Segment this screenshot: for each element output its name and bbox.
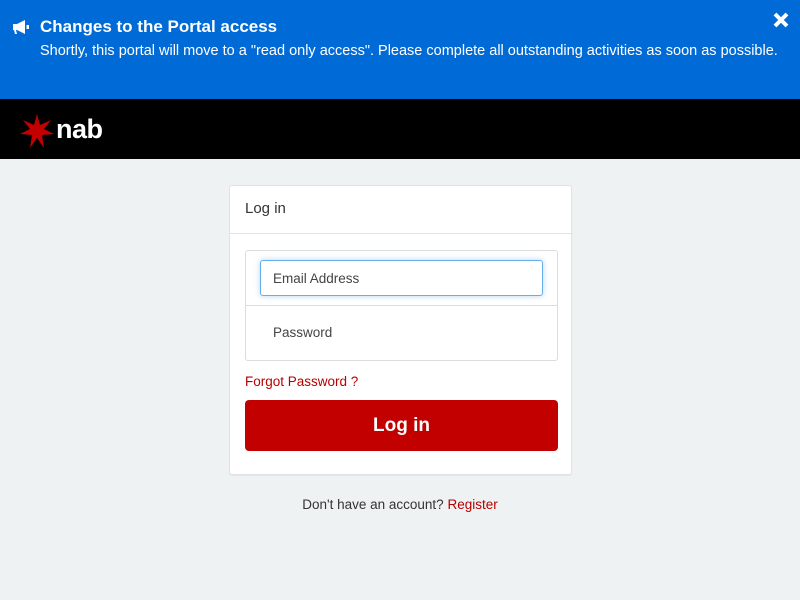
register-prompt: Don't have an account? Register — [0, 497, 800, 512]
banner-title: Changes to the Portal access — [40, 17, 278, 36]
register-link[interactable]: Register — [447, 497, 497, 512]
credentials-group — [245, 250, 558, 361]
no-account-text: Don't have an account? — [302, 497, 444, 512]
login-button[interactable]: Log in — [245, 400, 558, 451]
close-icon[interactable] — [770, 9, 792, 31]
password-input[interactable] — [260, 314, 543, 350]
login-card-title: Log in — [245, 200, 286, 217]
forgot-password-link[interactable]: Forgot Password ? — [245, 374, 358, 389]
email-input[interactable] — [260, 260, 543, 296]
header-bar: nab — [0, 99, 800, 159]
banner-message: Shortly, this portal will move to a "rea… — [40, 43, 778, 59]
login-card: Log in Forgot Password ? Log in — [229, 185, 572, 475]
notification-banner: Changes to the Portal access Shortly, th… — [0, 0, 800, 99]
logo-wordmark[interactable]: nab — [56, 112, 103, 146]
login-card-header: Log in — [230, 186, 571, 234]
megaphone-icon — [13, 20, 29, 34]
nab-star-logo-icon[interactable] — [20, 114, 54, 148]
field-divider — [246, 305, 557, 306]
